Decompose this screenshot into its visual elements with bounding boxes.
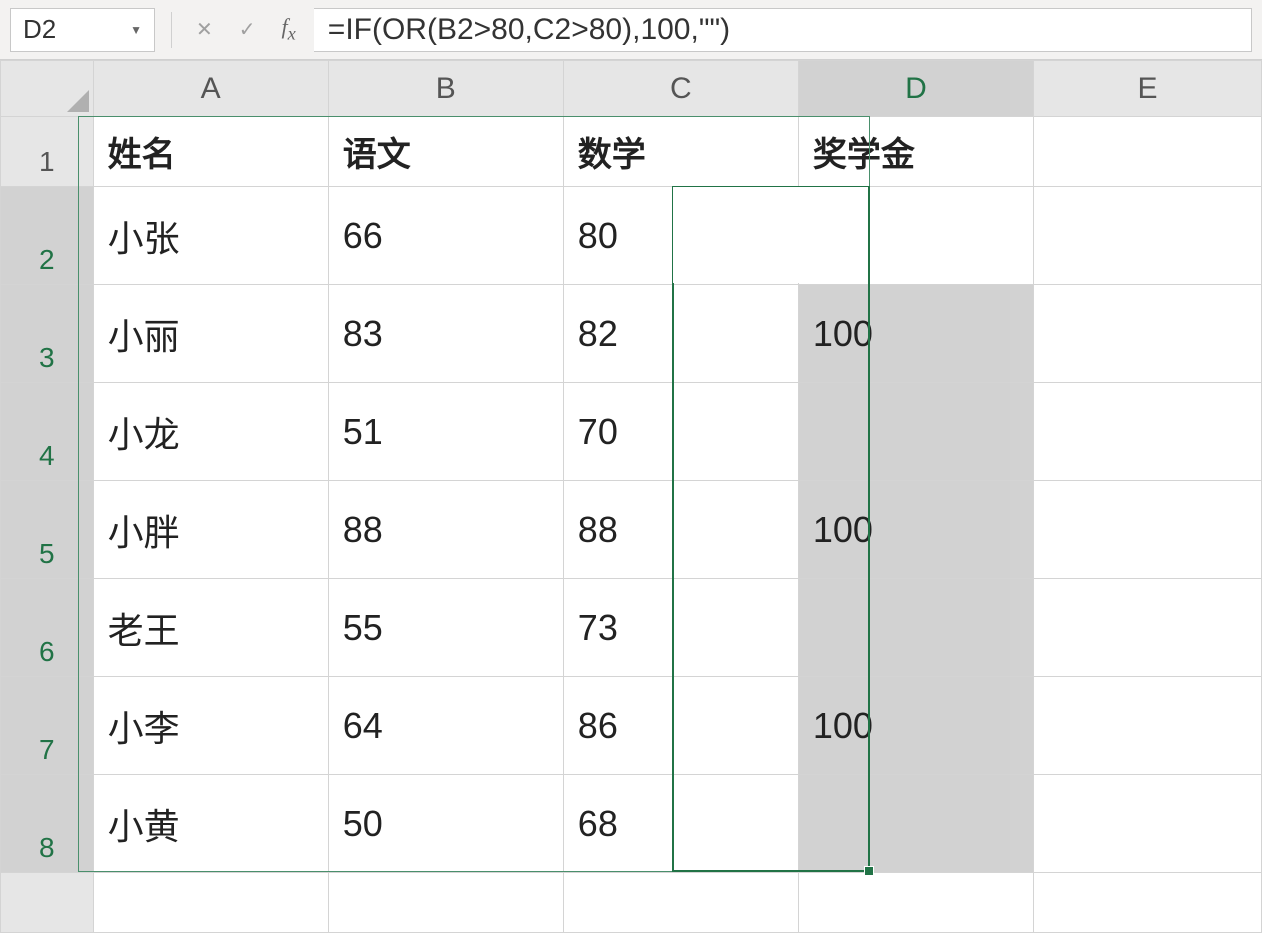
- fx-icon[interactable]: fx: [274, 14, 304, 44]
- cell-A1[interactable]: 姓名: [93, 117, 328, 187]
- row-header-6[interactable]: 6: [1, 579, 94, 677]
- cell-D8[interactable]: [798, 775, 1033, 873]
- cell-E6[interactable]: [1033, 579, 1261, 677]
- row-header-1[interactable]: 1: [1, 117, 94, 187]
- cell-C6[interactable]: 73: [563, 579, 798, 677]
- cell-B4[interactable]: 51: [328, 383, 563, 481]
- col-header-D[interactable]: D: [798, 61, 1033, 117]
- name-box-value: D2: [23, 14, 56, 45]
- cell-A3[interactable]: 小丽: [93, 285, 328, 383]
- row-header-2[interactable]: 2: [1, 187, 94, 285]
- fill-handle[interactable]: [864, 866, 874, 876]
- cell-E5[interactable]: [1033, 481, 1261, 579]
- cell-C1[interactable]: 数学: [563, 117, 798, 187]
- cell-E3[interactable]: [1033, 285, 1261, 383]
- divider: [171, 12, 172, 48]
- cell-D2[interactable]: [798, 187, 1033, 285]
- cell-D5[interactable]: 100: [798, 481, 1033, 579]
- cell-C7[interactable]: 86: [563, 677, 798, 775]
- cell-E8[interactable]: [1033, 775, 1261, 873]
- cell-E1[interactable]: [1033, 117, 1261, 187]
- cell-C2[interactable]: 80: [563, 187, 798, 285]
- cell-A2[interactable]: 小张: [93, 187, 328, 285]
- cell-B2[interactable]: 66: [328, 187, 563, 285]
- cell-A9[interactable]: [93, 873, 328, 933]
- spreadsheet-grid[interactable]: A B C D E 1 姓名 语文 数学 奖学金 2 小张 66 80 3 小丽…: [0, 60, 1262, 933]
- row-header-4[interactable]: 4: [1, 383, 94, 481]
- cell-D1[interactable]: 奖学金: [798, 117, 1033, 187]
- cell-E9[interactable]: [1033, 873, 1261, 933]
- name-box[interactable]: D2 ▼: [10, 8, 155, 52]
- name-box-dropdown-icon[interactable]: ▼: [130, 23, 142, 37]
- cell-B6[interactable]: 55: [328, 579, 563, 677]
- cell-B5[interactable]: 88: [328, 481, 563, 579]
- row-header-9[interactable]: [1, 873, 94, 933]
- enter-icon[interactable]: ✓: [231, 13, 264, 46]
- cell-B7[interactable]: 64: [328, 677, 563, 775]
- cell-E7[interactable]: [1033, 677, 1261, 775]
- cell-E4[interactable]: [1033, 383, 1261, 481]
- cancel-icon[interactable]: ✕: [188, 13, 221, 46]
- cell-B3[interactable]: 83: [328, 285, 563, 383]
- formula-text: =IF(OR(B2>80,C2>80),100,""): [328, 13, 730, 47]
- cell-B9[interactable]: [328, 873, 563, 933]
- cell-A8[interactable]: 小黄: [93, 775, 328, 873]
- cell-C3[interactable]: 82: [563, 285, 798, 383]
- row-header-8[interactable]: 8: [1, 775, 94, 873]
- col-header-E[interactable]: E: [1033, 61, 1261, 117]
- cell-C4[interactable]: 70: [563, 383, 798, 481]
- col-header-B[interactable]: B: [328, 61, 563, 117]
- row-header-3[interactable]: 3: [1, 285, 94, 383]
- cell-D4[interactable]: [798, 383, 1033, 481]
- cell-A4[interactable]: 小龙: [93, 383, 328, 481]
- cell-D3[interactable]: 100: [798, 285, 1033, 383]
- row-header-5[interactable]: 5: [1, 481, 94, 579]
- cell-B8[interactable]: 50: [328, 775, 563, 873]
- cell-B1[interactable]: 语文: [328, 117, 563, 187]
- cell-C5[interactable]: 88: [563, 481, 798, 579]
- col-header-C[interactable]: C: [563, 61, 798, 117]
- row-header-7[interactable]: 7: [1, 677, 94, 775]
- cell-C9[interactable]: [563, 873, 798, 933]
- col-header-A[interactable]: A: [93, 61, 328, 117]
- cell-A5[interactable]: 小胖: [93, 481, 328, 579]
- formula-input[interactable]: =IF(OR(B2>80,C2>80),100,""): [314, 8, 1252, 52]
- cell-C8[interactable]: 68: [563, 775, 798, 873]
- cell-A7[interactable]: 小李: [93, 677, 328, 775]
- select-all-corner[interactable]: [1, 61, 94, 117]
- cell-D9[interactable]: [798, 873, 1033, 933]
- formula-bar: D2 ▼ ✕ ✓ fx =IF(OR(B2>80,C2>80),100,""): [0, 0, 1262, 60]
- cell-E2[interactable]: [1033, 187, 1261, 285]
- cell-D7[interactable]: 100: [798, 677, 1033, 775]
- cell-D6[interactable]: [798, 579, 1033, 677]
- cell-A6[interactable]: 老王: [93, 579, 328, 677]
